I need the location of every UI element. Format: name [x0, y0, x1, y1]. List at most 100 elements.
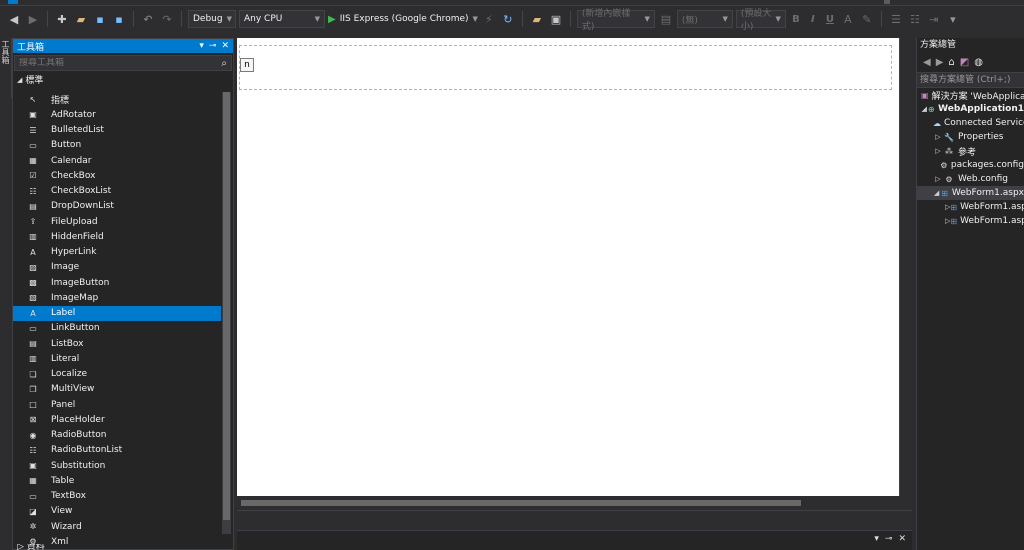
form-div-outline[interactable]: n	[239, 45, 892, 90]
toolbox-item[interactable]: ▤ DropDownList	[13, 199, 221, 214]
expander-icon[interactable]: ▷	[933, 133, 943, 141]
solution-tree-item[interactable]: ▷ ⁂ 參考	[917, 144, 1024, 158]
toolbox-item[interactable]: ☷ CheckBoxList	[13, 184, 221, 199]
pin-icon[interactable]: ⊸	[885, 534, 893, 544]
save-all-icon[interactable]: ▪	[111, 11, 127, 27]
pin-icon[interactable]: ⊸	[209, 41, 217, 51]
toolbox-item[interactable]: ▧ ImageMap	[13, 290, 221, 305]
italic-button[interactable]: I	[806, 14, 820, 25]
toolbox-item[interactable]: ▭ Button	[13, 138, 221, 153]
style-options-icon[interactable]: ▤	[658, 11, 674, 27]
designer-vertical-scrollbar[interactable]	[899, 38, 911, 496]
browser-globe-icon[interactable]: ◍	[974, 57, 983, 68]
solution-tree-item[interactable]: ▷⊞WebForm1.aspx.designer.cs	[917, 214, 1024, 228]
toolbox-item[interactable]: ▥ HiddenField	[13, 229, 221, 244]
indent-icon[interactable]: ⇥	[926, 11, 942, 27]
toolbox-item[interactable]: ✲ Wizard	[13, 519, 221, 534]
undo-icon[interactable]: ↶	[140, 11, 156, 27]
design-surface[interactable]: n	[237, 38, 899, 496]
toolbox-title-bar[interactable]: 工具箱 ▾ ⊸ ✕	[13, 39, 233, 53]
toolbox-item[interactable]: A Label	[13, 305, 221, 321]
toolbox-group-data[interactable]: ▷ 資料	[13, 544, 221, 550]
toolbox-item[interactable]: ▥ Literal	[13, 351, 221, 366]
refresh-icon[interactable]: ↻	[500, 11, 516, 27]
toolbox-item[interactable]: ☑ CheckBox	[13, 168, 221, 183]
search-icon[interactable]: ⌕	[221, 58, 227, 69]
window-position-icon[interactable]: ▾	[874, 534, 879, 544]
solution-tree-item[interactable]: ▷ 🔧 Properties	[917, 130, 1024, 144]
new-project-icon[interactable]: ✚	[54, 11, 70, 27]
redo-icon[interactable]: ↷	[159, 11, 175, 27]
solution-tree-item[interactable]: ▣解決方案 'WebApplication1'	[917, 88, 1024, 102]
toolbox-scrollbar[interactable]	[222, 92, 231, 534]
toolbox-item[interactable]: ⇪ FileUpload	[13, 214, 221, 229]
underline-button[interactable]: U	[823, 14, 837, 25]
expander-icon[interactable]: ◢	[933, 189, 940, 197]
toolbox-item[interactable]: □ Panel	[13, 397, 221, 412]
window-position-icon[interactable]: ▾	[199, 41, 204, 51]
toolbox-group-standard[interactable]: ◢ 標準	[13, 73, 233, 87]
toolbox-search-box[interactable]: ⌕	[14, 55, 232, 71]
browser-link-icon[interactable]: ⚡	[481, 11, 497, 27]
toolbox-item[interactable]: ▦ Table	[13, 473, 221, 488]
font-dropdown[interactable]: (無) ▼	[676, 10, 733, 28]
toolbox-item[interactable]: ▩ ImageButton	[13, 275, 221, 290]
toolbox-item[interactable]: ▣ Substitution	[13, 458, 221, 473]
toolbox-item[interactable]: ▣ AdRotator	[13, 107, 221, 122]
bold-button[interactable]: B	[789, 14, 803, 25]
save-icon[interactable]: ▪	[92, 11, 108, 27]
toolbox-item[interactable]: ⊠ PlaceHolder	[13, 412, 221, 427]
toolbox-item[interactable]: ❐ MultiView	[13, 382, 221, 397]
open-folder-icon[interactable]: ▰	[73, 11, 89, 27]
solution-tree-item[interactable]: ◢ ⊞ WebForm1.aspx	[917, 186, 1024, 200]
platform-dropdown[interactable]: Any CPU ▼	[239, 10, 325, 28]
toolbox-item[interactable]: ▭ TextBox	[13, 489, 221, 504]
toolbox-search-input[interactable]	[19, 58, 199, 68]
designer-hscroll-thumb[interactable]	[241, 500, 801, 506]
toolbox-item[interactable]: ◪ View	[13, 504, 221, 519]
configuration-dropdown[interactable]: Debug ▼	[188, 10, 236, 28]
align-icon[interactable]: ☰	[888, 11, 904, 27]
highlight-icon[interactable]: ✎	[859, 11, 875, 27]
back-icon[interactable]: ◀	[6, 11, 22, 27]
toolbar-overflow-icon[interactable]: ▾	[945, 11, 961, 27]
toolbox-item[interactable]: A HyperLink	[13, 245, 221, 260]
toolbox-side-tab[interactable]: 工具箱	[0, 38, 12, 98]
forward-icon[interactable]: ▶	[25, 11, 41, 27]
close-icon[interactable]: ✕	[898, 534, 906, 544]
solution-tree-item[interactable]: ▷⊞WebForm1.aspx.cs	[917, 200, 1024, 214]
designer-horizontal-scrollbar[interactable]	[237, 496, 899, 510]
solution-tree-item[interactable]: ▷ ⚙ Web.config	[917, 172, 1024, 186]
toolbox-item[interactable]: ◉ RadioButton	[13, 428, 221, 443]
switch-views-icon[interactable]: ◩	[960, 57, 969, 68]
link-button-icon: ▭	[29, 323, 37, 333]
expander-icon[interactable]: ▷	[933, 175, 943, 183]
font-color-icon[interactable]: A	[840, 11, 856, 27]
label-control-fragment[interactable]: n	[240, 58, 254, 72]
back-icon[interactable]: ◀	[923, 57, 931, 68]
toolbox-item[interactable]: ↖ 指標	[13, 92, 221, 107]
target-schema-icon[interactable]: ▣	[548, 11, 564, 27]
toolbox-item[interactable]: ▨ Image	[13, 260, 221, 275]
forward-icon[interactable]: ▶	[936, 57, 944, 68]
run-button[interactable]: ▶ IIS Express (Google Chrome) ▼	[328, 14, 478, 25]
toolbox-item[interactable]: ▭ LinkButton	[13, 321, 221, 336]
solution-tree-item[interactable]: ◢ ⊕ WebApplication1	[917, 102, 1024, 116]
solution-explorer-title[interactable]: 方案總管	[917, 38, 1024, 52]
solution-tree-item[interactable]: ⚙ packages.config	[917, 158, 1024, 172]
bulleted-list-icon[interactable]: ☷	[907, 11, 923, 27]
find-in-files-icon[interactable]: ▰	[529, 11, 545, 27]
toolbox-scrollbar-thumb[interactable]	[223, 92, 230, 520]
solution-explorer-search[interactable]: 搜尋方案總管 (Ctrl+;)	[917, 72, 1024, 88]
home-icon[interactable]: ⌂	[948, 57, 954, 68]
toolbox-item[interactable]: ☰ BulletedList	[13, 123, 221, 138]
toolbox-item[interactable]: ❏ Localize	[13, 367, 221, 382]
toolbox-item[interactable]: ▤ ListBox	[13, 336, 221, 351]
expander-icon[interactable]: ▷	[933, 147, 943, 155]
style-dropdown[interactable]: (新增內嵌樣式) ▼	[576, 9, 655, 32]
size-dropdown[interactable]: (預設大小) ▼	[735, 9, 786, 32]
toolbox-item[interactable]: ▦ Calendar	[13, 153, 221, 168]
close-icon[interactable]: ✕	[221, 41, 229, 51]
toolbox-item[interactable]: ☷ RadioButtonList	[13, 443, 221, 458]
solution-tree-item[interactable]: ☁Connected Services	[917, 116, 1024, 130]
